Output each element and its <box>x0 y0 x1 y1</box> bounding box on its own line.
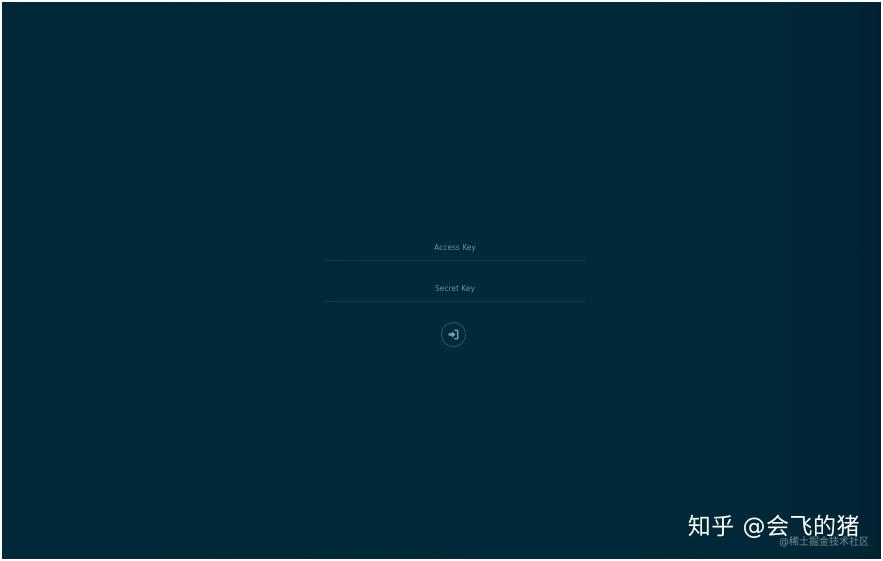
watermark-sub: @稀土掘金技术社区 <box>779 537 869 548</box>
login-button[interactable] <box>441 322 466 347</box>
secret-key-input[interactable] <box>324 275 586 302</box>
sign-in-icon <box>447 328 460 341</box>
login-screen: 知乎 @会飞的猪 @稀土掘金技术社区 <box>2 2 881 559</box>
access-key-input[interactable] <box>324 234 586 261</box>
watermark: 知乎 @会飞的猪 @稀土掘金技术社区 <box>621 499 881 559</box>
login-form <box>324 234 586 354</box>
edge-shade <box>841 2 881 559</box>
